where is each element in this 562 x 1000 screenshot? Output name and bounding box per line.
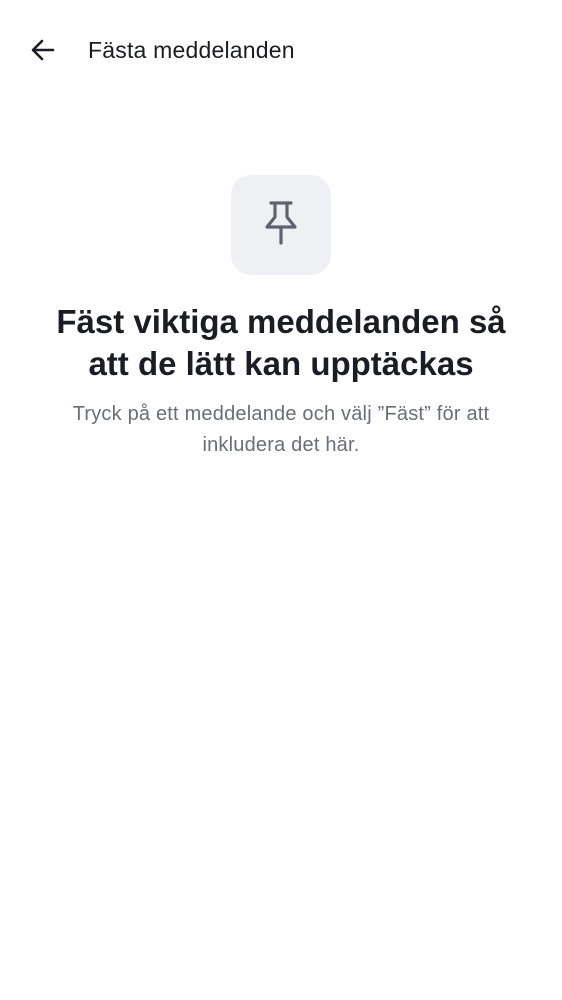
page-title: Fästa meddelanden xyxy=(88,37,295,63)
empty-state-description: Tryck på ett meddelande och välj ”Fäst” … xyxy=(72,403,490,456)
arrow-left-icon xyxy=(29,36,57,64)
back-button[interactable] xyxy=(22,29,64,71)
pin-icon-tile xyxy=(231,175,331,275)
pushpin-icon xyxy=(261,199,301,252)
empty-state: Fäst viktiga meddelanden så att de lätt … xyxy=(0,175,562,461)
pinned-messages-screen: Fästa meddelanden Fäst viktiga meddeland… xyxy=(0,0,562,1000)
top-app-bar: Fästa meddelanden xyxy=(0,0,562,100)
empty-state-headline: Fäst viktiga meddelanden så att de lätt … xyxy=(56,303,506,382)
